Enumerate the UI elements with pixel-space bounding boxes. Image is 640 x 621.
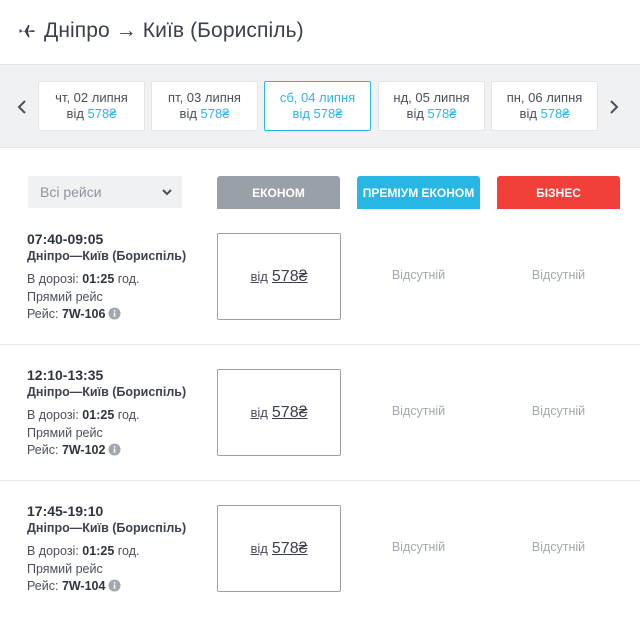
date-card[interactable]: пн, 06 липня від 578₴ [491,81,598,131]
flight-number: Рейс: 7W-106 [27,307,122,321]
flight-label: Рейс: [27,307,59,321]
date-card-day: пт, 03 липня [168,90,241,105]
flight-direct: Прямий рейс [27,426,103,440]
econom-price-button[interactable]: від 578₴ [217,233,341,320]
flights-filter-select[interactable]: Всі рейси [28,176,182,208]
next-dates-button[interactable] [600,65,628,149]
flight-row: 07:40-09:05 Дніпро—Київ (Бориспіль) В до… [0,209,640,345]
flight-duration: В дорозі: 01:25 год. [27,272,140,286]
date-card-day: сб, 04 липня [279,90,356,105]
date-card-from: від [66,106,84,121]
flight-time: 07:40-09:05 [27,231,104,247]
duration-value: 01:25 [82,544,115,558]
flight-row: 17:45-19:10 Дніпро—Київ (Бориспіль) В до… [0,481,640,617]
flight-direct: Прямий рейс [27,562,103,576]
price-amount: 578₴ [271,403,308,421]
flight-number: Рейс: 7W-102 [27,443,122,457]
duration-unit: год. [117,544,140,558]
premium-unavailable: Відсутній [391,404,446,418]
flight-route: Дніпро—Київ (Бориспіль) [27,249,187,263]
info-icon[interactable] [108,307,122,320]
info-icon[interactable] [108,443,122,456]
business-unavailable: Відсутній [531,268,586,282]
flight-route: Дніпро—Київ (Бориспіль) [27,385,187,399]
flight-code: 7W-106 [61,307,106,321]
flight-row: 12:10-13:35 Дніпро—Київ (Бориспіль) В до… [0,345,640,481]
flight-route: Дніпро—Київ (Бориспіль) [27,521,187,535]
duration-label: В дорозі: [27,408,79,422]
flight-time: 17:45-19:10 [27,503,104,519]
price-from: від [250,269,268,284]
duration-label: В дорозі: [27,272,79,286]
page-title: Дніпро → Київ (Бориспіль) [44,19,304,42]
filter-selected-value: Всі рейси [40,184,102,200]
date-card[interactable]: нд, 05 липня від 578₴ [378,81,485,131]
flight-label: Рейс: [27,579,59,593]
flight-number: Рейс: 7W-104 [27,579,122,593]
date-card-day: пн, 06 липня [506,90,583,105]
date-card-price: 578₴ [313,106,343,121]
econom-price-button[interactable]: від 578₴ [217,369,341,456]
tab-econom[interactable]: ЕКОНОМ [217,176,340,209]
business-unavailable: Відсутній [531,540,586,554]
duration-value: 01:25 [82,408,115,422]
flight-time: 12:10-13:35 [27,367,104,383]
flight-direct: Прямий рейс [27,290,103,304]
plane-icon [19,25,35,38]
date-card-day: чт, 02 липня [55,90,128,105]
price-amount: 578₴ [271,267,308,285]
prev-dates-button[interactable] [8,65,36,149]
date-card-from: від [406,106,424,121]
flight-code: 7W-104 [61,579,106,593]
price-from: від [250,405,268,420]
duration-value: 01:25 [82,272,115,286]
date-card-price: 578₴ [540,106,570,121]
flight-duration: В дорозі: 01:25 год. [27,408,140,422]
chevron-right-icon [610,100,619,114]
chevron-left-icon [17,100,26,114]
flight-code: 7W-102 [61,443,106,457]
tab-business[interactable]: БІЗНЕС [497,176,620,209]
date-card-from: від [519,106,537,121]
chevron-down-icon [162,189,172,196]
econom-price-button[interactable]: від 578₴ [217,505,341,592]
date-card-price: 578₴ [427,106,457,121]
price-from: від [250,541,268,556]
date-card-from: від [292,106,310,121]
business-unavailable: Відсутній [531,404,586,418]
premium-unavailable: Відсутній [391,268,446,282]
route-header: Дніпро → Київ (Бориспіль) [0,0,640,62]
duration-unit: год. [117,272,140,286]
date-card-from: від [179,106,197,121]
date-selector: чт, 02 липня від 578₴ пт, 03 липня від 5… [0,64,640,148]
premium-unavailable: Відсутній [391,540,446,554]
date-card[interactable]: пт, 03 липня від 578₴ [151,81,258,131]
date-card-price: 578₴ [200,106,230,121]
flight-label: Рейс: [27,443,59,457]
date-card-selected[interactable]: сб, 04 липня від 578₴ [264,81,371,131]
duration-label: В дорозі: [27,544,79,558]
date-card-day: нд, 05 липня [393,90,470,105]
price-amount: 578₴ [271,539,308,557]
date-card[interactable]: чт, 02 липня від 578₴ [38,81,145,131]
duration-unit: год. [117,408,140,422]
flight-duration: В дорозі: 01:25 год. [27,544,140,558]
tab-premium-econom[interactable]: ПРЕМІУМ ЕКОНОМ [357,176,480,209]
info-icon[interactable] [108,579,122,592]
date-card-price: 578₴ [87,106,117,121]
